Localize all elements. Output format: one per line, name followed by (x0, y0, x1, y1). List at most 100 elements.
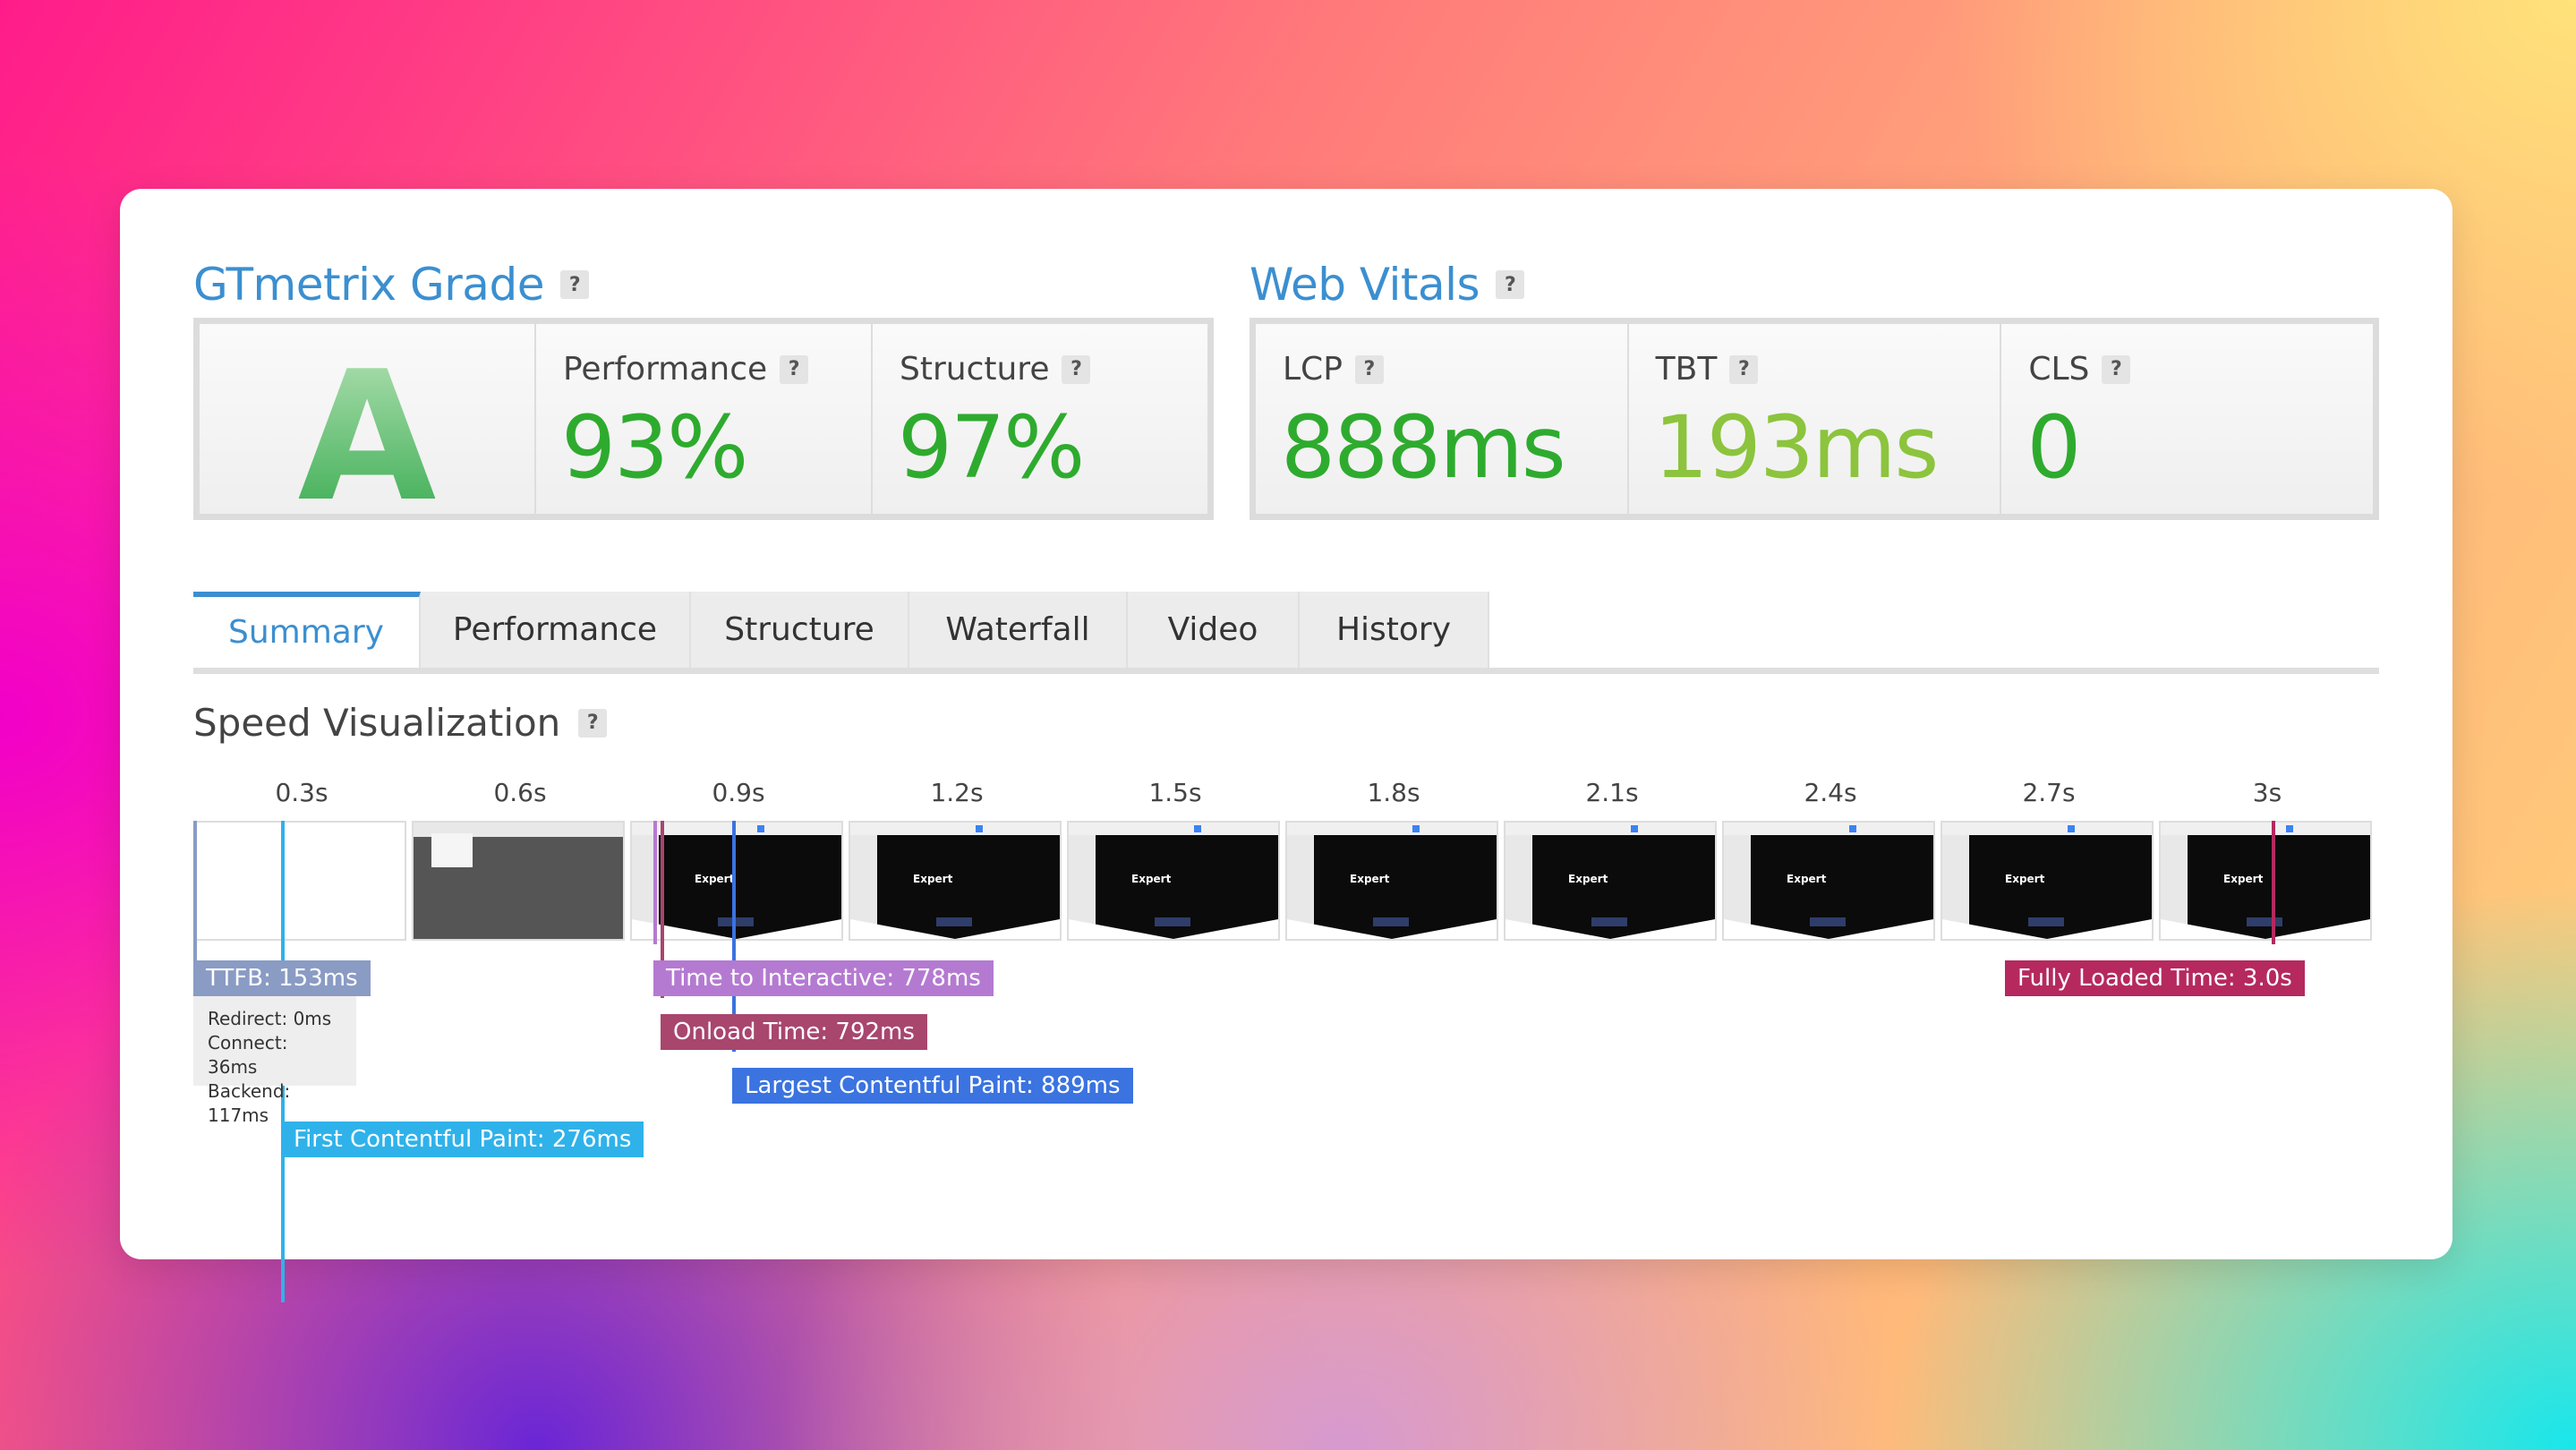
ttfb-backend: Backend: 117ms (208, 1080, 291, 1126)
structure-help-icon[interactable]: ? (1062, 354, 1091, 384)
time-label: 2.7s (2022, 778, 2076, 807)
report-tabs: Summary Performance Structure Waterfall … (193, 592, 2379, 674)
web-vitals-label: Web Vitals (1250, 259, 1480, 311)
time-label: 2.1s (1585, 778, 1639, 807)
filmstrip-frame[interactable]: Expert (1067, 821, 1280, 941)
speed-help-icon[interactable]: ? (578, 708, 608, 738)
time-label: 0.6s (493, 778, 547, 807)
performance-cell: Performance ? 93% (536, 324, 873, 514)
speed-visualization-title: Speed Visualization ? (193, 701, 608, 745)
lcp-label: LCP (1283, 351, 1343, 388)
grade-letter-cell: A (200, 324, 536, 542)
tbt-label-row: TBT ? (1656, 351, 1759, 388)
frame-text: Expert (1350, 873, 1390, 885)
filmstrip-frame[interactable]: Expert (1722, 821, 1935, 941)
frame-browser-bar (1942, 823, 2152, 835)
performance-help-icon[interactable]: ? (780, 354, 809, 384)
structure-cell: Structure ? 97% (873, 324, 1207, 514)
time-label: 2.4s (1804, 778, 1857, 807)
frame-text: Expert (913, 873, 953, 885)
time-label: 1.2s (930, 778, 984, 807)
ttfb-breakdown: Redirect: 0ms Connect: 36ms Backend: 117… (193, 996, 356, 1126)
frame-button (1373, 917, 1409, 926)
time-label: 1.5s (1148, 778, 1202, 807)
frame-dot (1631, 825, 1638, 832)
onload-marker: Onload Time: 792ms (661, 1014, 927, 1050)
frame-browser-bar (850, 823, 1060, 835)
performance-value: 93% (561, 397, 748, 498)
frame-dot (2286, 825, 2293, 832)
lcp-help-icon[interactable]: ? (1354, 354, 1384, 384)
cls-label: CLS (2028, 351, 2090, 388)
fcp-marker: First Contentful Paint: 276ms (281, 1122, 644, 1157)
tab-summary[interactable]: Summary (193, 592, 421, 668)
frame-browser-bar (1724, 823, 1933, 835)
frame-dot (1412, 825, 1420, 832)
filmstrip-frame[interactable]: Expert (1504, 821, 1717, 941)
time-label: 3s (2252, 778, 2282, 807)
vitals-box: LCP ? 888ms TBT ? 193ms CLS ? 0 (1250, 318, 2379, 520)
frame-button (1810, 917, 1846, 926)
tti-marker: Time to Interactive: 778ms (653, 960, 994, 996)
frame-button (2247, 917, 2282, 926)
fully-loaded-marker: Fully Loaded Time: 3.0s (2005, 960, 2305, 996)
cls-label-row: CLS ? (2028, 351, 2131, 388)
tbt-help-icon[interactable]: ? (1729, 354, 1759, 384)
tab-video[interactable]: Video (1128, 592, 1300, 668)
structure-label-row: Structure ? (900, 351, 1091, 388)
ttfb-redirect: Redirect: 0ms (208, 1008, 332, 1029)
frame-button (1591, 917, 1627, 926)
frame-browser-bar (1287, 823, 1497, 835)
gtmetrix-grade-title: GTmetrix Grade ? (193, 259, 589, 311)
filmstrip-frame[interactable]: Expert (849, 821, 1062, 941)
tbt-label: TBT (1655, 351, 1718, 388)
filmstrip-frame[interactable]: Expert (2159, 821, 2372, 941)
cls-value: 0 (2026, 397, 2081, 498)
performance-label: Performance (563, 351, 768, 388)
time-label: 0.3s (275, 778, 328, 807)
ttfb-marker: TTFB: 153ms (193, 960, 371, 996)
grade-box: A Performance ? 93% Structure ? 97% (193, 318, 1214, 542)
frame-dot (2068, 825, 2075, 832)
filmstrip-frame[interactable]: Expert (1941, 821, 2154, 941)
gtmetrix-grade-label: GTmetrix Grade (193, 259, 544, 311)
frame-text: Expert (1131, 873, 1172, 885)
frame-menu (431, 833, 473, 867)
cls-cell: CLS ? 0 (2001, 324, 2374, 514)
frame-dot (1194, 825, 1201, 832)
structure-value: 97% (898, 397, 1085, 498)
vitals-help-icon[interactable]: ? (1496, 270, 1525, 299)
cls-help-icon[interactable]: ? (2102, 354, 2131, 384)
frame-browser-bar (2161, 823, 2370, 835)
filmstrip-frame[interactable]: Expert (1285, 821, 1498, 941)
frame-dot (757, 825, 764, 832)
grade-letter: A (200, 333, 534, 542)
tbt-value: 193ms (1653, 397, 1940, 498)
web-vitals-title: Web Vitals ? (1250, 259, 1525, 311)
frame-dot (976, 825, 983, 832)
frame-button (936, 917, 972, 926)
filmstrip-frame[interactable] (193, 821, 406, 941)
lcp-cell: LCP ? 888ms (1256, 324, 1629, 514)
tab-performance[interactable]: Performance (421, 592, 691, 668)
frame-browser-bar (1506, 823, 1715, 835)
time-label: 0.9s (712, 778, 765, 807)
frame-text: Expert (1787, 873, 1827, 885)
frame-dot (1849, 825, 1856, 832)
grade-help-icon[interactable]: ? (559, 270, 589, 299)
fully-loaded-marker-line (2272, 821, 2275, 944)
filmstrip-frame[interactable] (412, 821, 625, 941)
tab-structure[interactable]: Structure (691, 592, 909, 668)
tab-history[interactable]: History (1300, 592, 1489, 668)
lcp-marker: Largest Contentful Paint: 889ms (732, 1068, 1133, 1104)
lcp-value: 888ms (1281, 397, 1566, 498)
ttfb-marker-line (193, 821, 197, 962)
tbt-cell: TBT ? 193ms (1628, 324, 2002, 514)
speed-visualization-label: Speed Visualization (193, 701, 561, 745)
frame-button (2028, 917, 2064, 926)
structure-label: Structure (900, 351, 1050, 388)
frame-button (1155, 917, 1190, 926)
tab-waterfall[interactable]: Waterfall (909, 592, 1128, 668)
frame-text: Expert (2005, 873, 2045, 885)
frame-button (718, 917, 754, 926)
